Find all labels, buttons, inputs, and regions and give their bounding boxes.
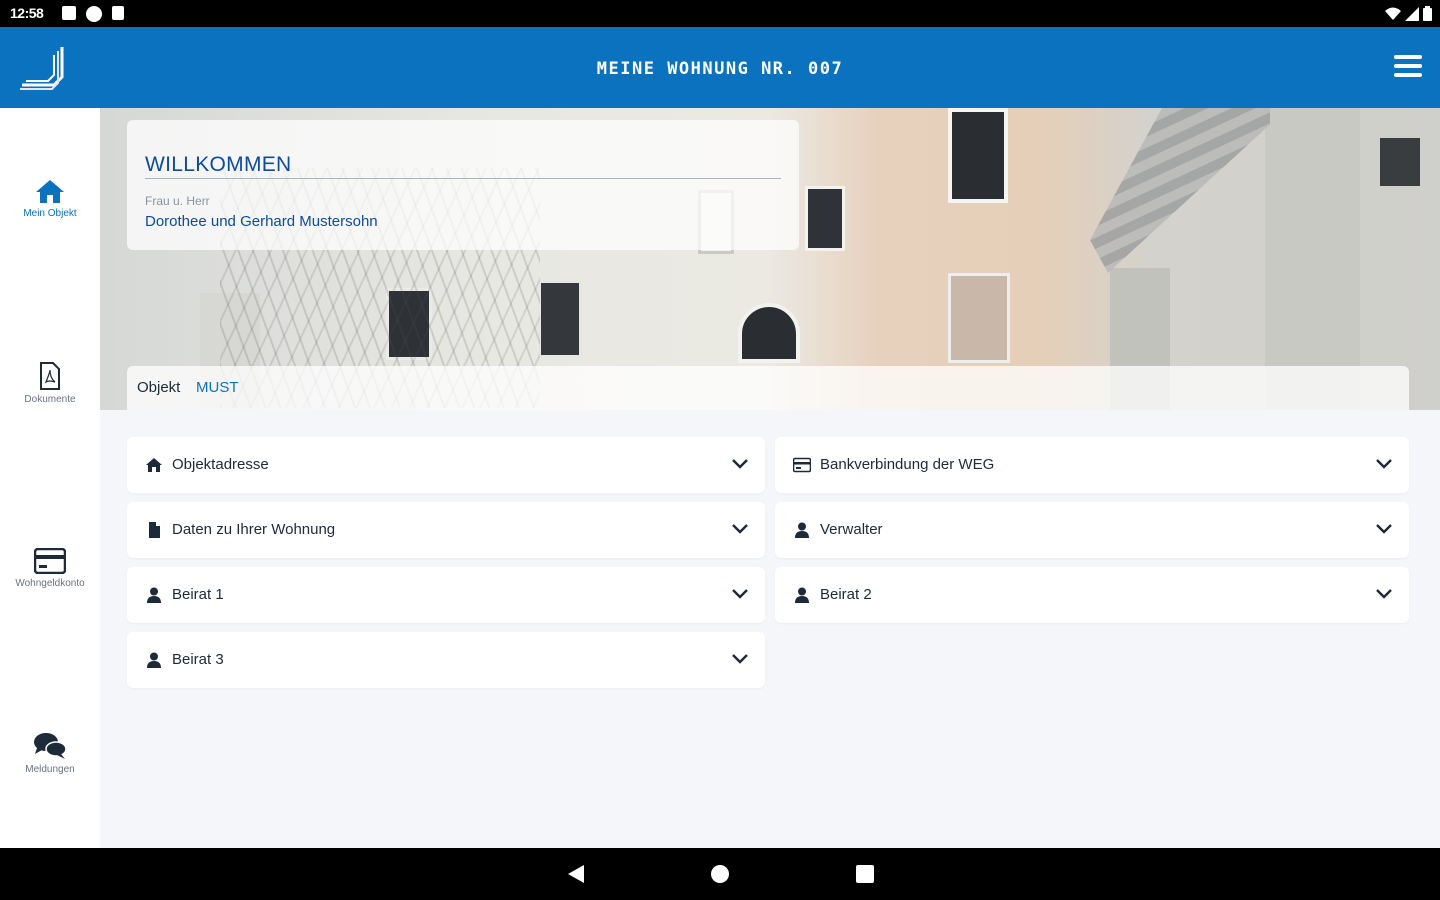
home-icon [146, 458, 162, 472]
accordion-label: Bankverbindung der WEG [820, 456, 995, 473]
building-pillar [1265, 108, 1360, 410]
chevron-down-icon [1376, 589, 1392, 599]
building-window [538, 280, 582, 358]
building-window [948, 273, 1010, 363]
accordion-objektadresse[interactable]: Objektadresse [127, 437, 765, 493]
chat-bubbles-icon [34, 733, 67, 759]
user-icon [795, 587, 809, 603]
welcome-card: WILLKOMMEN Frau u. Herr Dorothee und Ger… [127, 120, 799, 250]
wifi-icon [1385, 7, 1401, 20]
menu-button[interactable] [1394, 55, 1422, 79]
object-bar: Objekt MUST [127, 366, 1409, 410]
accordion-label: Beirat 2 [820, 586, 872, 603]
signal-icon [1405, 6, 1419, 21]
chevron-down-icon [732, 459, 748, 469]
building-window [738, 303, 800, 363]
accordion-label: Beirat 3 [172, 651, 224, 668]
accordion-beirat-2[interactable]: Beirat 2 [775, 567, 1409, 623]
building-window [805, 186, 845, 251]
accordion-verwalter[interactable]: Verwalter [775, 502, 1409, 558]
chevron-down-icon [732, 589, 748, 599]
page-title: MEINE WOHNUNG NR. 007 [596, 59, 844, 79]
file-icon [149, 522, 160, 538]
building-window [1380, 138, 1420, 186]
home-icon [36, 180, 64, 203]
pdf-document-icon [40, 362, 60, 390]
chevron-down-icon [732, 524, 748, 534]
object-value: MUST [196, 379, 239, 396]
hamburger-icon [1394, 55, 1422, 59]
sidebar-item-mein-objekt[interactable]: Mein Objekt [0, 178, 100, 219]
object-label: Objekt [137, 379, 181, 396]
user-icon [147, 652, 161, 668]
status-bar: 12:58 [0, 0, 1440, 27]
system-nav-bar [0, 848, 1440, 900]
credit-card-icon [793, 457, 811, 473]
building-window [948, 108, 1008, 203]
welcome-salutation: Frau u. Herr [145, 194, 210, 208]
accordion-label: Verwalter [820, 521, 883, 538]
sidebar-item-label: Dokumente [24, 394, 76, 405]
sidebar-item-meldungen[interactable]: Meldungen [0, 732, 100, 775]
sidebar-item-wohngeldkonto[interactable]: Wohngeldkonto [0, 548, 100, 589]
accordion-beirat-3[interactable]: Beirat 3 [127, 632, 765, 688]
user-icon [147, 587, 161, 603]
sd-card-icon [112, 6, 124, 20]
recents-icon[interactable] [855, 864, 875, 884]
hero-image: WILLKOMMEN Frau u. Herr Dorothee und Ger… [100, 108, 1440, 410]
chevron-down-icon [1376, 459, 1392, 469]
app-bar: MEINE WOHNUNG NR. 007 [0, 27, 1440, 108]
sidebar-item-label: Wohngeldkonto [15, 578, 85, 589]
sidebar-item-dokumente[interactable]: Dokumente [0, 362, 100, 405]
back-icon[interactable] [566, 863, 586, 885]
credit-card-icon [34, 548, 66, 574]
chevron-down-icon [732, 654, 748, 664]
accordion-label: Beirat 1 [172, 586, 224, 603]
welcome-names: Dorothee und Gerhard Mustersohn [145, 213, 378, 230]
accordion-bankverbindung[interactable]: Bankverbindung der WEG [775, 437, 1409, 493]
sidebar: Mein Objekt Dokumente Wohngeldkonto Meld… [0, 108, 100, 848]
chevron-down-icon [1376, 524, 1392, 534]
accordion-daten-wohnung[interactable]: Daten zu Ihrer Wohnung [127, 502, 765, 558]
divider [145, 178, 781, 179]
notification-icon [62, 6, 76, 20]
status-time: 12:58 [10, 5, 44, 21]
welcome-title: WILLKOMMEN [145, 153, 292, 176]
sidebar-item-label: Mein Objekt [23, 208, 77, 219]
sidebar-item-label: Meldungen [25, 764, 75, 775]
accordion-label: Daten zu Ihrer Wohnung [172, 521, 336, 538]
accordion-label: Objektadresse [172, 456, 269, 473]
building-stairs [1090, 108, 1270, 273]
app-notification-icon [86, 6, 102, 22]
user-icon [795, 522, 809, 538]
home-button-icon[interactable] [710, 864, 730, 884]
accordion-beirat-1[interactable]: Beirat 1 [127, 567, 765, 623]
battery-icon [1423, 6, 1432, 21]
